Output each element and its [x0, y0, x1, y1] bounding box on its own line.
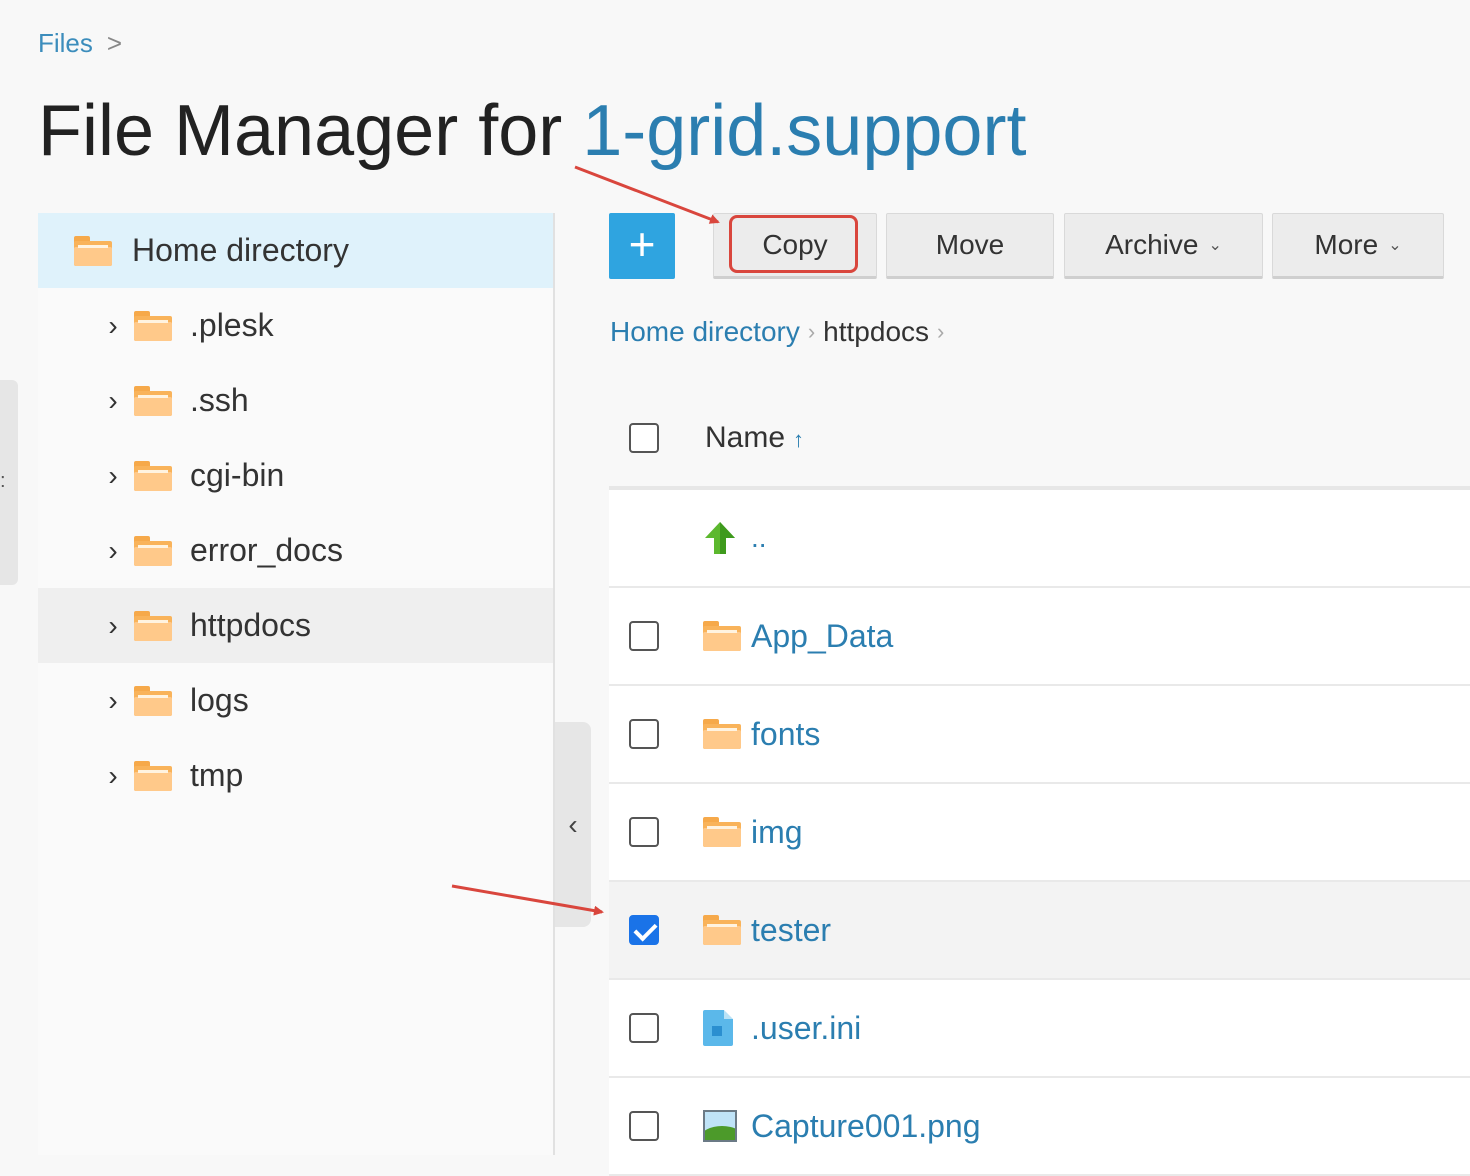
move-button[interactable]: Move: [886, 213, 1054, 279]
chevron-right-icon: >: [106, 28, 123, 58]
left-panel-handle[interactable]: :: [0, 380, 18, 585]
folder-icon: [703, 814, 741, 850]
chevron-right-icon[interactable]: ›: [102, 310, 124, 342]
tree-item-label: .ssh: [190, 382, 249, 418]
file-icon: [703, 1010, 741, 1046]
archive-button[interactable]: Archive ⌄: [1064, 213, 1263, 279]
list-item[interactable]: fonts: [609, 686, 1470, 784]
row-checkbox-checked[interactable]: [629, 915, 659, 945]
breadcrumb-files-link[interactable]: Files: [38, 28, 93, 59]
name-column-label: Name: [705, 421, 786, 454]
tree-item-label: httpdocs: [190, 607, 311, 643]
folder-icon: [134, 685, 172, 716]
file-list: Name ↑ .. App_Data fonts img tester .user…: [609, 390, 1470, 1176]
tree-item-label: tmp: [190, 757, 244, 793]
folder-icon: [134, 385, 172, 416]
add-button[interactable]: +: [609, 213, 675, 279]
tree-item-plesk[interactable]: › .plesk: [38, 288, 553, 363]
folder-icon: [134, 610, 172, 641]
chevron-down-icon: ⌄: [1388, 237, 1402, 254]
chevron-right-icon: ›: [937, 319, 945, 344]
more-button-label: More: [1314, 229, 1379, 260]
folder-icon: [703, 716, 741, 752]
page-title: File Manager for 1-grid.support: [38, 88, 1026, 174]
item-name-link[interactable]: fonts: [751, 716, 820, 753]
item-name-link[interactable]: App_Data: [751, 618, 893, 655]
folder-icon: [134, 760, 172, 791]
item-name-link[interactable]: img: [751, 814, 803, 851]
more-button[interactable]: More ⌄: [1272, 213, 1444, 279]
tree-item-label: logs: [190, 682, 249, 718]
parent-directory-row[interactable]: ..: [609, 490, 1470, 588]
tree-item-httpdocs[interactable]: › httpdocs: [38, 588, 553, 663]
item-name-link[interactable]: tester: [751, 912, 831, 949]
tree-item-label: Home directory: [132, 232, 349, 268]
move-button-label: Move: [935, 229, 1005, 260]
row-checkbox[interactable]: [629, 719, 659, 749]
tree-item-cgi-bin[interactable]: › cgi-bin: [38, 438, 553, 513]
list-item[interactable]: Capture001.png: [609, 1078, 1470, 1176]
tree-item-ssh[interactable]: › .ssh: [38, 363, 553, 438]
folder-icon: [134, 460, 172, 491]
collapse-tree-button[interactable]: ‹: [555, 722, 591, 927]
tree-item-label: .plesk: [190, 307, 274, 343]
chevron-right-icon[interactable]: ›: [102, 685, 124, 717]
chevron-right-icon[interactable]: ›: [102, 385, 124, 417]
chevron-right-icon[interactable]: ›: [102, 535, 124, 567]
folder-icon: [703, 912, 741, 948]
list-item[interactable]: .user.ini: [609, 980, 1470, 1078]
handle-dots-icon: :: [0, 470, 6, 492]
folder-tree: Home directory › .plesk › .ssh › cgi-bin…: [38, 213, 553, 1155]
list-item-selected[interactable]: tester: [609, 882, 1470, 980]
tree-item-error-docs[interactable]: › error_docs: [38, 513, 553, 588]
archive-button-label: Archive: [1105, 229, 1199, 260]
list-item[interactable]: App_Data: [609, 588, 1470, 686]
folder-icon: [134, 535, 172, 566]
chevron-right-icon[interactable]: ›: [102, 460, 124, 492]
chevron-right-icon[interactable]: ›: [102, 610, 124, 642]
folder-icon: [74, 235, 112, 266]
item-name-link[interactable]: .user.ini: [751, 1010, 861, 1047]
row-checkbox[interactable]: [629, 621, 659, 651]
copy-highlight-box: [729, 215, 858, 273]
panel-divider[interactable]: [553, 213, 555, 1155]
parent-directory-link[interactable]: ..: [751, 522, 767, 554]
tree-item-logs[interactable]: › logs: [38, 663, 553, 738]
up-arrow-icon: [703, 520, 741, 556]
folder-icon: [703, 618, 741, 654]
path-home-link[interactable]: Home directory: [610, 316, 800, 348]
name-column-header[interactable]: Name ↑: [705, 421, 804, 455]
path-breadcrumb: Home directory › httpdocs ›: [610, 316, 944, 348]
chevron-right-icon: ›: [807, 319, 816, 344]
page-title-prefix: File Manager for: [38, 91, 583, 171]
row-checkbox[interactable]: [629, 817, 659, 847]
chevron-right-icon[interactable]: ›: [102, 760, 124, 792]
item-name-link[interactable]: Capture001.png: [751, 1108, 981, 1145]
folder-icon: [134, 310, 172, 341]
sort-ascending-icon: ↑: [793, 427, 805, 452]
row-checkbox[interactable]: [629, 1013, 659, 1043]
page-title-domain-link[interactable]: 1-grid.support: [582, 91, 1026, 171]
chevron-left-icon: ‹: [568, 808, 578, 840]
list-header: Name ↑: [609, 390, 1470, 490]
select-all-checkbox[interactable]: [629, 423, 659, 453]
row-checkbox[interactable]: [629, 1111, 659, 1141]
breadcrumb: Files >: [38, 28, 122, 59]
path-current: httpdocs: [823, 316, 930, 347]
tree-item-label: error_docs: [190, 532, 343, 568]
chevron-down-icon: ⌄: [1208, 237, 1222, 254]
tree-item-label: cgi-bin: [190, 457, 285, 493]
image-file-icon: [703, 1108, 741, 1144]
tree-item-home-directory[interactable]: Home directory: [38, 213, 553, 288]
tree-item-tmp[interactable]: › tmp: [38, 738, 553, 813]
list-item[interactable]: img: [609, 784, 1470, 882]
